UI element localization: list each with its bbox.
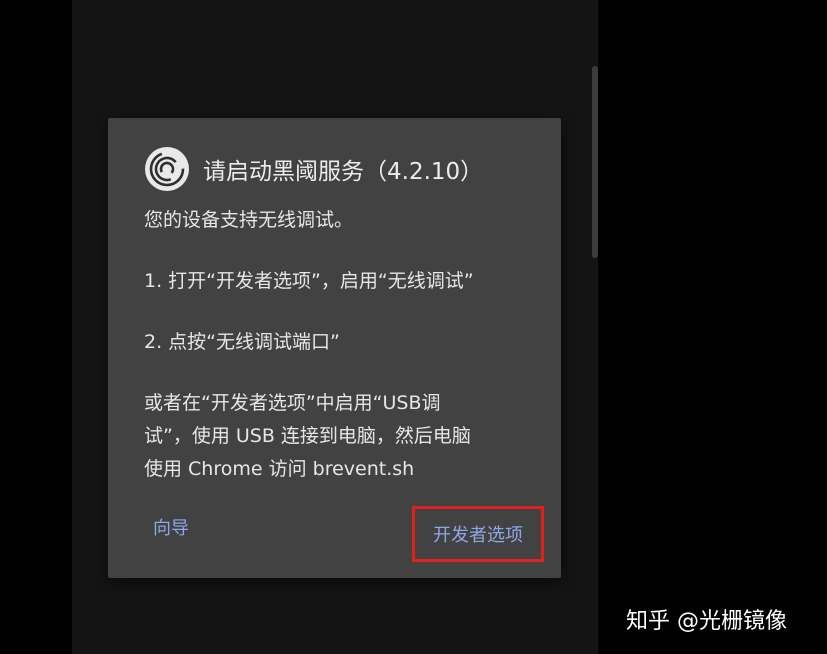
dialog-actions: 向导 开发者选项 xyxy=(108,506,561,562)
alternative-text-line-3: 使用 Chrome 访问 brevent.sh xyxy=(144,458,415,480)
guide-button[interactable]: 向导 xyxy=(153,514,189,540)
step-2-text: 2. 点按“无线调试端口” xyxy=(144,331,340,353)
dialog-header: 请启动黑阈服务（4.2.10） xyxy=(145,146,483,192)
alternative-text-line-2: 试”，使用 USB 连接到电脑，然后电脑 xyxy=(144,425,471,447)
developer-options-button[interactable]: 开发者选项 xyxy=(433,521,523,547)
dialog-title: 请启动黑阈服务（4.2.10） xyxy=(203,159,484,185)
screenshot: 请启动黑阈服务（4.2.10） 您的设备支持无线调试。 1. 打开“开发者选项”… xyxy=(0,0,827,654)
intro-text: 您的设备支持无线调试。 xyxy=(144,209,354,231)
scrollbar[interactable] xyxy=(592,66,598,258)
start-service-dialog: 请启动黑阈服务（4.2.10） 您的设备支持无线调试。 1. 打开“开发者选项”… xyxy=(108,118,561,578)
watermark: 知乎 @光栅镜像 xyxy=(626,609,787,634)
step-1-text: 1. 打开“开发者选项”，启用“无线调试” xyxy=(144,270,474,292)
spiral-logo-icon xyxy=(145,147,189,191)
dialog-message: 您的设备支持无线调试。 1. 打开“开发者选项”，启用“无线调试” 2. 点按“… xyxy=(144,204,539,486)
alternative-text-line-1: 或者在“开发者选项”中启用“USB调 xyxy=(144,392,441,414)
highlight-box: 开发者选项 xyxy=(412,506,544,562)
